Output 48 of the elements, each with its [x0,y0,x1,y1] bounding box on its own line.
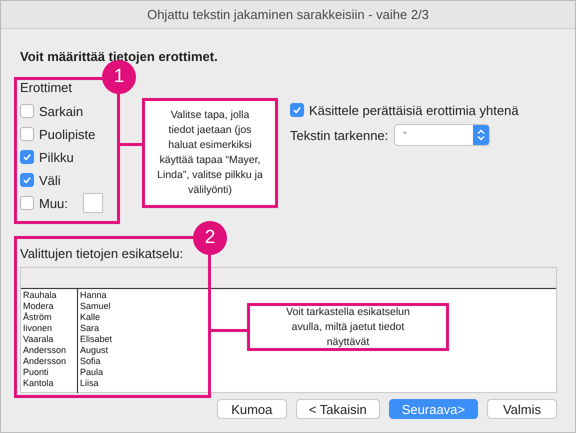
dialog-button[interactable]: Kumoa [216,399,287,419]
check-icon [22,152,32,162]
table-cell-text: Rauhala [23,290,58,301]
option-label: Pilkku [39,150,74,164]
option-label: Puolipiste [39,126,96,142]
input-field[interactable] [82,193,103,213]
checkbox[interactable] [20,150,34,164]
table-cell-text: Andersson [23,356,68,367]
table-cell: Elisabet [80,334,112,345]
leader-line [211,329,249,332]
table-cell-text: Sara [80,323,100,334]
option-label: Sarkain [39,104,84,118]
table-cell-text: Hanna [80,290,108,301]
qualifier-dropdown[interactable]: " [394,124,490,146]
preview-label: Valittujen tietojen esikatselu: [20,246,184,261]
option-label: Käsittele perättäisiä erottimia yhtenä [309,102,519,118]
table-cell-text: August [80,345,110,356]
callout-note: Valitse tapa, jolla tiedot jaetaan (jos haluat esimerkiksi käyttää tapaa “Mayer, Linda”, valitse pilkku ja välilyönti) [142,98,278,208]
table-cell-text: Liisa [80,378,100,389]
table-cell-text: Samuel [80,301,112,312]
window-title: Ohjattu tekstin jakaminen sarakkeisiin - vaihe 2/3 [147,7,429,22]
callout-badge: 2 [193,221,227,255]
table-cell-text: Andersson [23,345,68,356]
field-label: Tekstin tarkenne: [290,128,388,142]
table-cell-text: Paula [80,367,104,378]
checkbox[interactable] [290,103,304,117]
option-label: Väli [39,172,61,188]
leader-line [120,143,144,146]
check-icon [292,105,302,115]
chevron-updown-icon [477,129,486,141]
checkbox[interactable] [20,173,34,187]
checkbox[interactable] [20,104,34,118]
table-cell-text: Kalle [80,312,102,323]
checkbox[interactable] [20,127,34,141]
table-cell-text: Vaarala [23,334,54,345]
table-cell-text: Sofia [80,356,102,367]
table-cell-text: Iivonen [23,323,54,334]
group-label: Erottimet [20,80,74,95]
table-cell-text: Åström [23,312,53,323]
table-cell-text: Kantola [23,378,55,389]
option-label: Muu: [39,196,68,210]
check-icon [22,175,32,185]
callout-note: Voit tarkastella esikatselun avulla, miltä jaetut tiedot näyttävät [247,303,449,351]
table-cell-text: Puonti [23,367,50,378]
table-cell-text: Modera [23,301,55,312]
dialog-button[interactable]: Valmis [487,399,557,419]
checkbox[interactable] [20,196,34,210]
dialog-button[interactable]: < Takaisin [296,399,380,419]
